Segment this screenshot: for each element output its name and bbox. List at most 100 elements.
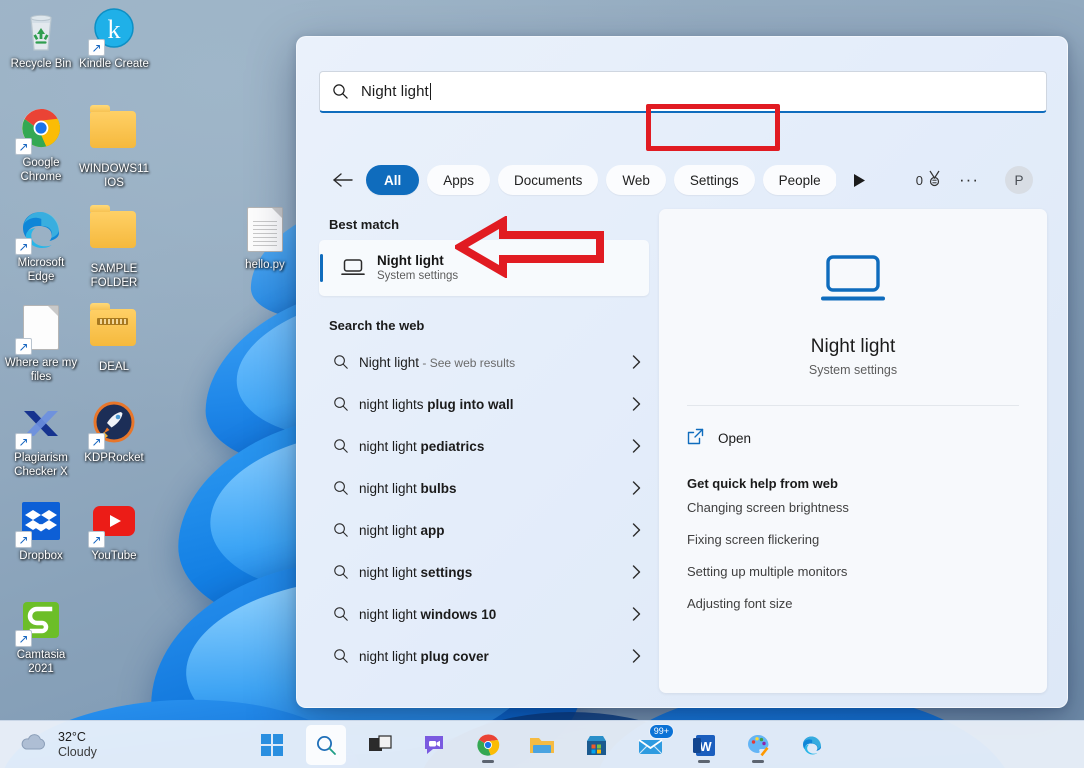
text-caret: [429, 83, 431, 100]
desktop-icon-where-are-my-files[interactable]: ↗ Where are my files: [4, 303, 78, 384]
desktop-icon-camtasia-2021[interactable]: ↗ Camtasia 2021: [4, 597, 78, 676]
desktop-icon-label: Dropbox: [19, 550, 63, 562]
open-button[interactable]: Open: [687, 416, 1019, 460]
word-button[interactable]: W: [684, 725, 724, 765]
shortcut-arrow-icon: ↗: [15, 338, 32, 355]
search-icon: [333, 606, 359, 622]
desktop-icon-microsoft-edge[interactable]: ↗ Microsoft Edge: [4, 205, 78, 284]
quick-help-link[interactable]: Setting up multiple monitors: [687, 555, 1019, 587]
tab-apps[interactable]: Apps: [427, 165, 491, 195]
kindle-create-icon: k ↗: [88, 6, 138, 56]
start-button[interactable]: [252, 725, 292, 765]
windows-search-panel: Night light All Apps Documents Web Setti…: [296, 36, 1068, 708]
chevron-right-icon: [623, 607, 641, 621]
web-suggestion-label: night light bulbs: [359, 480, 457, 496]
scroll-filters-right-icon[interactable]: [849, 170, 869, 190]
file-explorer-button[interactable]: [522, 725, 562, 765]
quick-help-link[interactable]: Adjusting font size: [687, 587, 1019, 619]
svg-text:k: k: [108, 15, 121, 44]
desktop-icon-plagiarism-checker-x[interactable]: ↗ Plagiarism Checker X: [4, 400, 78, 479]
web-suggestion-item[interactable]: night light bulbs: [319, 467, 649, 509]
camtasia-icon: ↗: [15, 597, 65, 647]
web-suggestion-label: night light plug cover: [359, 648, 489, 664]
chrome-icon: ↗: [15, 105, 65, 155]
desktop-icon-deal[interactable]: DEAL: [77, 303, 151, 375]
web-suggestion-item[interactable]: night light pediatrics: [319, 425, 649, 467]
search-icon: [333, 354, 359, 370]
search-icon: [333, 396, 359, 412]
shortcut-arrow-icon: ↗: [88, 433, 105, 450]
web-suggestion-item[interactable]: night light settings: [319, 551, 649, 593]
mail-unread-badge: 99+: [648, 724, 674, 739]
search-the-web-heading: Search the web: [329, 318, 425, 333]
chevron-right-icon: [623, 355, 641, 369]
account-avatar[interactable]: P: [1005, 166, 1033, 194]
desktop-icon-windows11-ios[interactable]: WINDOWS11 IOS: [77, 105, 151, 190]
web-suggestion-item[interactable]: Night light - See web results: [319, 341, 649, 383]
taskbar-app-list: 99+ W: [0, 721, 1084, 768]
web-suggestion-item[interactable]: night light app: [319, 509, 649, 551]
monitor-icon: [817, 253, 889, 313]
external-link-icon: [687, 428, 704, 448]
desktop-icon-kdprocket[interactable]: ↗ KDPRocket: [77, 400, 151, 466]
chat-button[interactable]: [414, 725, 454, 765]
kdprocket-icon: ↗: [88, 400, 138, 450]
tab-documents[interactable]: Documents: [498, 165, 599, 195]
quick-help-link[interactable]: Fixing screen flickering: [687, 523, 1019, 555]
more-options-icon[interactable]: ···: [957, 168, 981, 192]
tab-web[interactable]: Web: [606, 165, 666, 195]
desktop-icon-google-chrome[interactable]: ↗ Google Chrome: [4, 105, 78, 184]
running-indicator: [482, 760, 494, 763]
web-suggestion-label: Night light - See web results: [359, 354, 516, 370]
zip-folder-icon: [90, 303, 138, 357]
monitor-icon: [337, 258, 369, 278]
desktop-icon-hello-py[interactable]: hello.py: [228, 205, 302, 273]
chrome-button[interactable]: [468, 725, 508, 765]
folder-icon: [90, 205, 138, 259]
preview-subtitle: System settings: [808, 363, 898, 377]
desktop-icon-label: Recycle Bin: [10, 58, 72, 70]
shortcut-arrow-icon: ↗: [15, 238, 32, 255]
desktop-icon-youtube[interactable]: ↗ YouTube: [77, 498, 151, 564]
web-suggestion-label: night light pediatrics: [359, 438, 485, 454]
youtube-icon: ↗: [88, 498, 138, 548]
mail-button[interactable]: 99+: [630, 724, 674, 765]
recycle-bin-icon: [17, 6, 65, 54]
web-suggestion-item[interactable]: night light plug cover: [319, 635, 649, 677]
desktop-icon-recycle-bin[interactable]: Recycle Bin: [4, 6, 78, 72]
desktop-icon-label: YouTube: [91, 550, 137, 562]
search-icon: [333, 564, 359, 580]
best-match-result[interactable]: Night light System settings: [319, 240, 649, 296]
search-query-text: Night light: [361, 83, 429, 100]
tab-settings[interactable]: Settings: [673, 165, 755, 195]
search-button[interactable]: [306, 725, 346, 765]
dropbox-icon: ↗: [15, 498, 65, 548]
rewards-medal-icon: [927, 170, 942, 190]
quick-help-link[interactable]: Changing screen brightness: [687, 491, 1019, 523]
paint-button[interactable]: [738, 725, 778, 765]
chevron-right-icon: [623, 649, 641, 663]
tab-people[interactable]: People: [762, 165, 836, 195]
back-button[interactable]: [330, 167, 356, 193]
desktop-icon-label: Where are my files: [4, 357, 78, 383]
search-input[interactable]: Night light: [319, 71, 1047, 113]
chevron-right-icon: [623, 481, 641, 495]
chevron-right-icon: [623, 565, 641, 579]
chevron-right-icon: [623, 397, 641, 411]
rewards-indicator[interactable]: 0: [916, 169, 942, 191]
text-file-icon: ↗: [15, 305, 65, 355]
desktop-icon-label: SAMPLE FOLDER: [90, 263, 138, 289]
web-suggestion-item[interactable]: night lights plug into wall: [319, 383, 649, 425]
tab-all[interactable]: All: [366, 165, 420, 195]
desktop-icon-dropbox[interactable]: ↗ Dropbox: [4, 498, 78, 564]
edge-button[interactable]: [792, 725, 832, 765]
desktop-icon-sample-folder[interactable]: SAMPLE FOLDER: [77, 205, 151, 290]
desktop-icon-label: Microsoft Edge: [17, 257, 65, 283]
best-match-heading: Best match: [329, 217, 400, 232]
chevron-right-icon: [623, 439, 641, 453]
desktop-icon-kindle-create[interactable]: k ↗ Kindle Create: [77, 6, 151, 72]
microsoft-store-button[interactable]: [576, 725, 616, 765]
open-label: Open: [718, 430, 752, 446]
task-view-button[interactable]: [360, 725, 400, 765]
web-suggestion-item[interactable]: night light windows 10: [319, 593, 649, 635]
